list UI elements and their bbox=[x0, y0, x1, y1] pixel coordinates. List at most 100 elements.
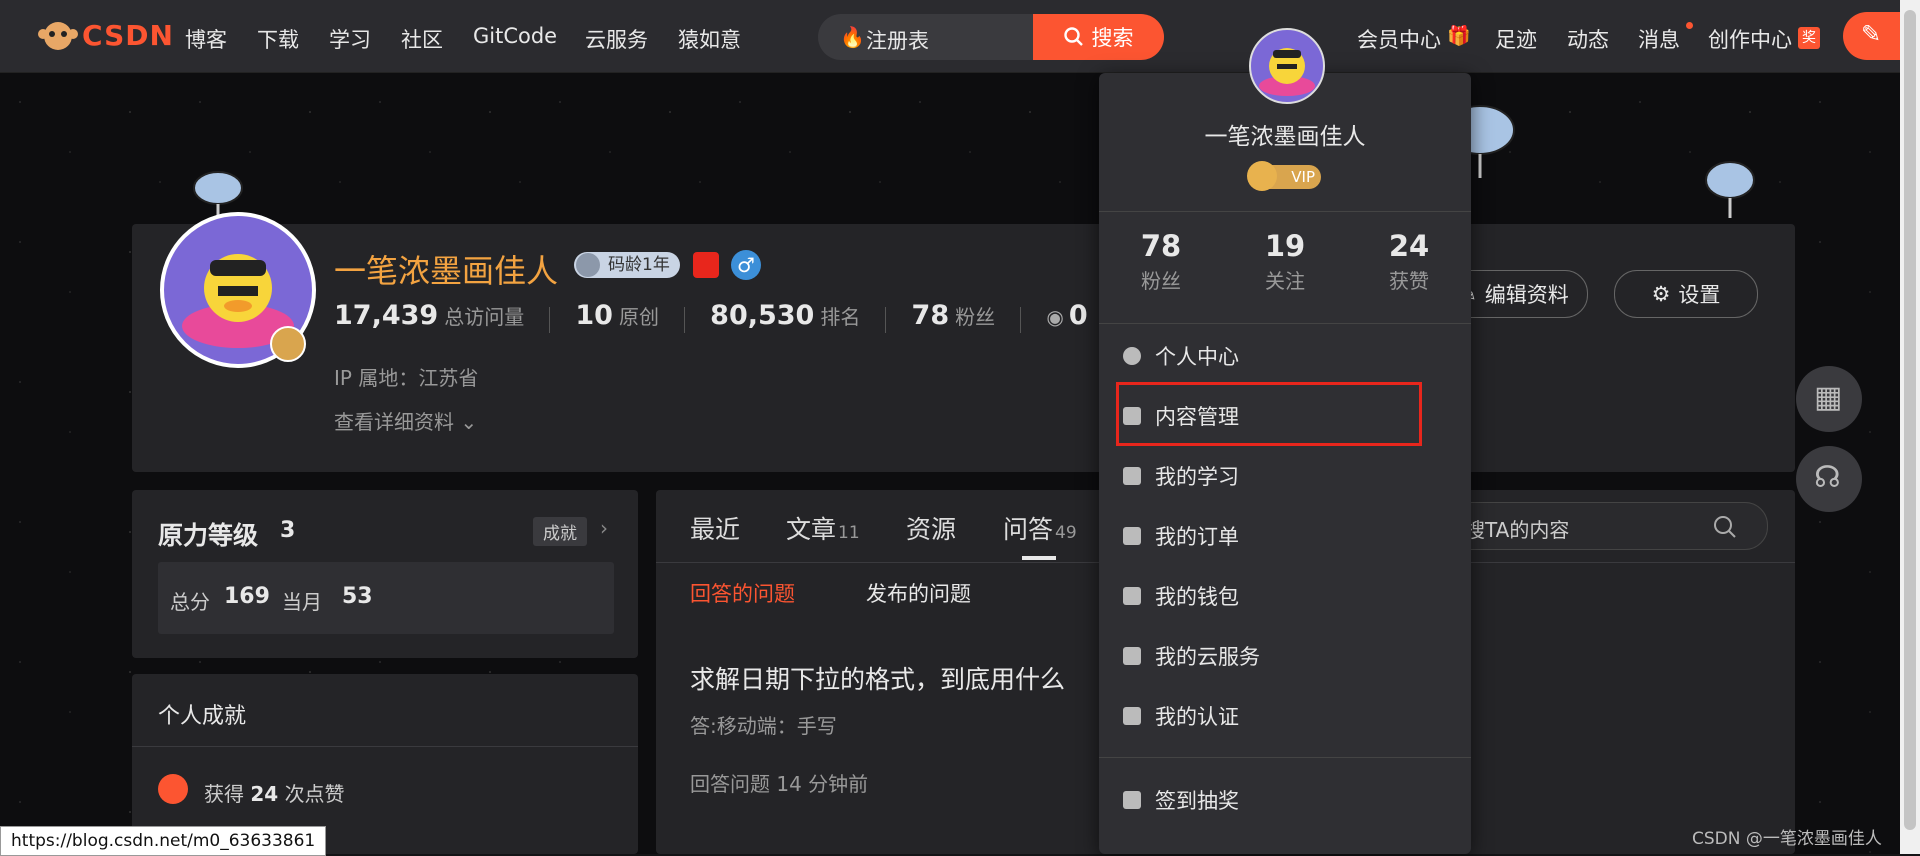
csdn-logo[interactable]: CSDN bbox=[38, 18, 174, 52]
search-button[interactable]: 搜索 bbox=[1033, 14, 1164, 60]
qr-code-button[interactable]: ▦ bbox=[1796, 366, 1862, 432]
tab-recent[interactable]: 最近 bbox=[690, 510, 740, 546]
highlight-box bbox=[1116, 382, 1422, 446]
dropdown-stat-following[interactable]: 19 关注 bbox=[1223, 229, 1347, 294]
male-gender-icon: ♂ bbox=[731, 250, 761, 280]
gift-icon: 🎁 bbox=[1447, 24, 1471, 47]
likes-count: 24 bbox=[250, 782, 278, 806]
ip-location: IP 属地：江苏省 bbox=[334, 362, 478, 391]
customer-service-button[interactable]: ☊ bbox=[1796, 446, 1862, 512]
settings-button[interactable]: ⚙设置 bbox=[1614, 270, 1758, 318]
dropdown-stat-fans[interactable]: 78 粉丝 bbox=[1099, 229, 1223, 294]
tab-qa[interactable]: 问答49 bbox=[1003, 510, 1077, 546]
logo-text: CSDN bbox=[82, 19, 174, 52]
vip-badge[interactable]: VIP bbox=[1251, 165, 1321, 189]
stat-visits-label: 总访问量 bbox=[444, 305, 524, 329]
nav-item-cloud[interactable]: 云服务 bbox=[585, 24, 648, 54]
sub-tab-answered[interactable]: 回答的问题 bbox=[690, 578, 795, 608]
creator-badge: 奖 bbox=[1798, 27, 1820, 49]
blog-badge-icon bbox=[693, 252, 719, 278]
level-number: 3 bbox=[280, 518, 295, 543]
nav-item-gitcode[interactable]: GitCode bbox=[473, 24, 557, 48]
menu-my-verification[interactable]: 我的认证 bbox=[1123, 701, 1239, 731]
likes-prefix: 获得 bbox=[204, 782, 244, 806]
dropdown-username[interactable]: 一笔浓墨画佳人 bbox=[1099, 117, 1471, 151]
scrollbar[interactable] bbox=[1900, 0, 1920, 854]
code-age-badge: 码龄1年 bbox=[574, 252, 680, 278]
search-button-label: 搜索 bbox=[1092, 22, 1134, 52]
edit-profile-label: 编辑资料 bbox=[1485, 279, 1569, 309]
search-icon[interactable] bbox=[1713, 515, 1737, 539]
menu-my-wallet-label: 我的钱包 bbox=[1155, 581, 1239, 611]
question-title[interactable]: 求解日期下拉的格式，到底用什么 bbox=[690, 660, 1065, 696]
pen-icon: ✎ bbox=[1861, 20, 1881, 48]
cloud-cubes-icon bbox=[1123, 647, 1141, 665]
content-search-input[interactable]: 搜TA的内容 bbox=[1465, 514, 1569, 543]
view-details-label: 查看详细资料 bbox=[334, 410, 454, 434]
write-button[interactable]: ✎ bbox=[1843, 12, 1903, 60]
user-dropdown-menu: 一笔浓墨画佳人 VIP 78 粉丝 19 关注 24 获赞 个人中心 内容管理 … bbox=[1099, 73, 1471, 854]
divider bbox=[549, 307, 550, 333]
tab-qa-label: 问答 bbox=[1003, 515, 1053, 544]
thumbs-up-icon bbox=[158, 774, 188, 804]
chevron-right-icon[interactable]: › bbox=[600, 516, 608, 540]
menu-my-orders[interactable]: 我的订单 bbox=[1123, 521, 1239, 551]
menu-my-wallet[interactable]: 我的钱包 bbox=[1123, 581, 1239, 611]
tab-recent-label: 最近 bbox=[690, 515, 740, 544]
divider bbox=[132, 746, 638, 747]
nav-item-blog[interactable]: 博客 bbox=[185, 24, 227, 54]
dropdown-likes-count: 24 bbox=[1347, 229, 1471, 263]
scrollbar-thumb[interactable] bbox=[1904, 10, 1916, 830]
sub-tab-published[interactable]: 发布的问题 bbox=[866, 578, 971, 608]
nav-item-yuanruyi[interactable]: 猿如意 bbox=[678, 24, 741, 54]
question-answer: 答:移动端：手写 bbox=[690, 710, 837, 739]
top-navbar: CSDN 博客 下载 学习 社区 GitCode 云服务 猿如意 🔥 注册表 搜… bbox=[0, 0, 1920, 73]
nav-item-learn[interactable]: 学习 bbox=[329, 24, 371, 54]
qr-code-icon: ▦ bbox=[1814, 380, 1842, 415]
profile-stats: 17,439总访问量 10原创 80,530排名 78粉丝 ◉ 0铁粉 bbox=[334, 300, 1094, 333]
tab-articles-label: 文章 bbox=[786, 515, 836, 544]
shield-check-icon bbox=[1123, 707, 1141, 725]
satellite-icon bbox=[1700, 150, 1760, 220]
dropdown-avatar[interactable] bbox=[1249, 28, 1325, 104]
menu-my-learning[interactable]: 我的学习 bbox=[1123, 461, 1239, 491]
tab-articles[interactable]: 文章11 bbox=[786, 510, 860, 546]
nav-item-community[interactable]: 社区 bbox=[401, 24, 443, 54]
month-score: 53 bbox=[342, 584, 373, 609]
stat-rank-label: 排名 bbox=[820, 305, 860, 329]
stat-visits: 17,439 bbox=[334, 300, 438, 331]
nav-member-center[interactable]: 会员中心 bbox=[1357, 24, 1441, 54]
view-details-link[interactable]: 查看详细资料 ⌄ bbox=[334, 406, 477, 435]
chevron-down-icon: ⌄ bbox=[454, 410, 477, 434]
user-icon bbox=[1123, 347, 1141, 365]
search-icon bbox=[1064, 27, 1084, 47]
level-title: 原力等级 bbox=[158, 516, 258, 552]
status-bar-url: https://blog.csdn.net/m0_63633861 bbox=[0, 826, 326, 856]
dropdown-fans-count: 78 bbox=[1099, 229, 1223, 263]
question-meta: 回答问题 14 分钟前 bbox=[690, 768, 868, 797]
content-search-box[interactable]: 搜TA的内容 bbox=[1440, 502, 1768, 550]
profile-username[interactable]: 一笔浓墨画佳人 bbox=[334, 246, 558, 292]
menu-personal-center[interactable]: 个人中心 bbox=[1123, 341, 1239, 371]
search-input[interactable]: 注册表 bbox=[866, 25, 929, 55]
crown-icon bbox=[1247, 161, 1277, 191]
nav-creator-center[interactable]: 创作中心 bbox=[1708, 24, 1792, 54]
dropdown-stat-likes[interactable]: 24 获赞 bbox=[1347, 229, 1471, 294]
menu-sign-in-lottery[interactable]: 签到抽奖 bbox=[1123, 785, 1239, 815]
achievement-button[interactable]: 成就 bbox=[533, 517, 587, 546]
divider bbox=[1020, 307, 1021, 333]
menu-my-cloud[interactable]: 我的云服务 bbox=[1123, 641, 1260, 671]
divider bbox=[1099, 211, 1471, 212]
dropdown-fans-label: 粉丝 bbox=[1099, 265, 1223, 294]
code-age-label: 码龄1年 bbox=[608, 255, 670, 275]
nav-feed[interactable]: 动态 bbox=[1567, 24, 1609, 54]
menu-my-orders-label: 我的订单 bbox=[1155, 521, 1239, 551]
nav-item-download[interactable]: 下载 bbox=[257, 24, 299, 54]
code-age-icon bbox=[576, 253, 600, 277]
tab-resources[interactable]: 资源 bbox=[906, 510, 956, 546]
wallet-icon bbox=[1123, 587, 1141, 605]
nav-footprint[interactable]: 足迹 bbox=[1495, 24, 1537, 54]
likes-suffix: 次点赞 bbox=[285, 782, 345, 806]
stat-rank: 80,530 bbox=[710, 300, 814, 331]
nav-messages[interactable]: 消息 bbox=[1638, 24, 1680, 54]
